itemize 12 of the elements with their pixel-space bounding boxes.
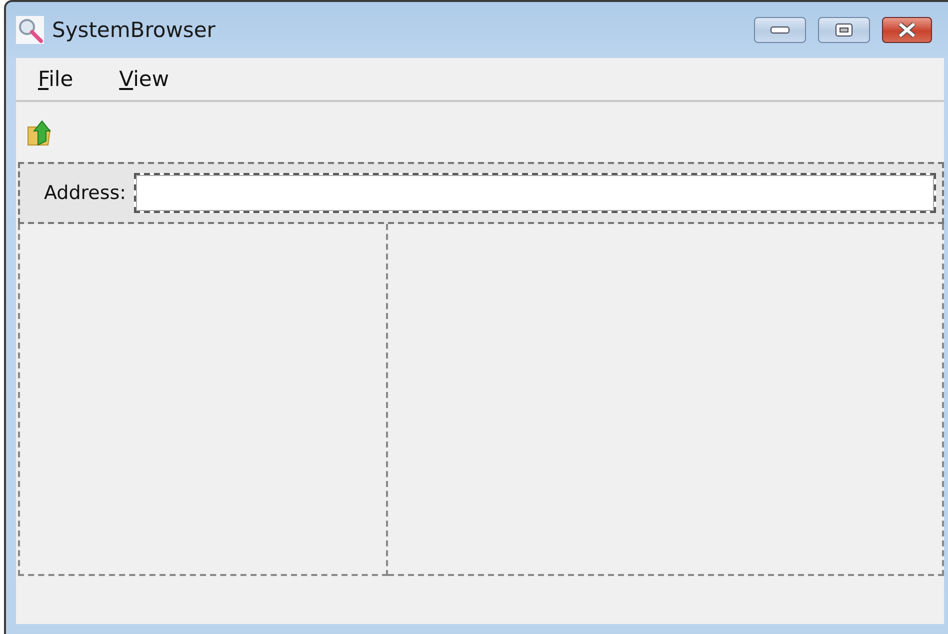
menu-item[interactable]: File xyxy=(38,67,74,91)
address-label: Address: xyxy=(44,182,126,204)
close-button[interactable] xyxy=(882,17,932,43)
minimize-icon xyxy=(770,26,790,34)
close-icon xyxy=(897,22,917,38)
magnifier-icon xyxy=(16,16,44,44)
window-title: SystemBrowser xyxy=(52,18,216,42)
maximize-icon xyxy=(835,23,853,37)
address-field[interactable] xyxy=(134,173,936,213)
minimize-button[interactable] xyxy=(754,17,806,43)
menu-item[interactable]: View xyxy=(119,67,169,91)
maximize-button[interactable] xyxy=(818,17,870,43)
